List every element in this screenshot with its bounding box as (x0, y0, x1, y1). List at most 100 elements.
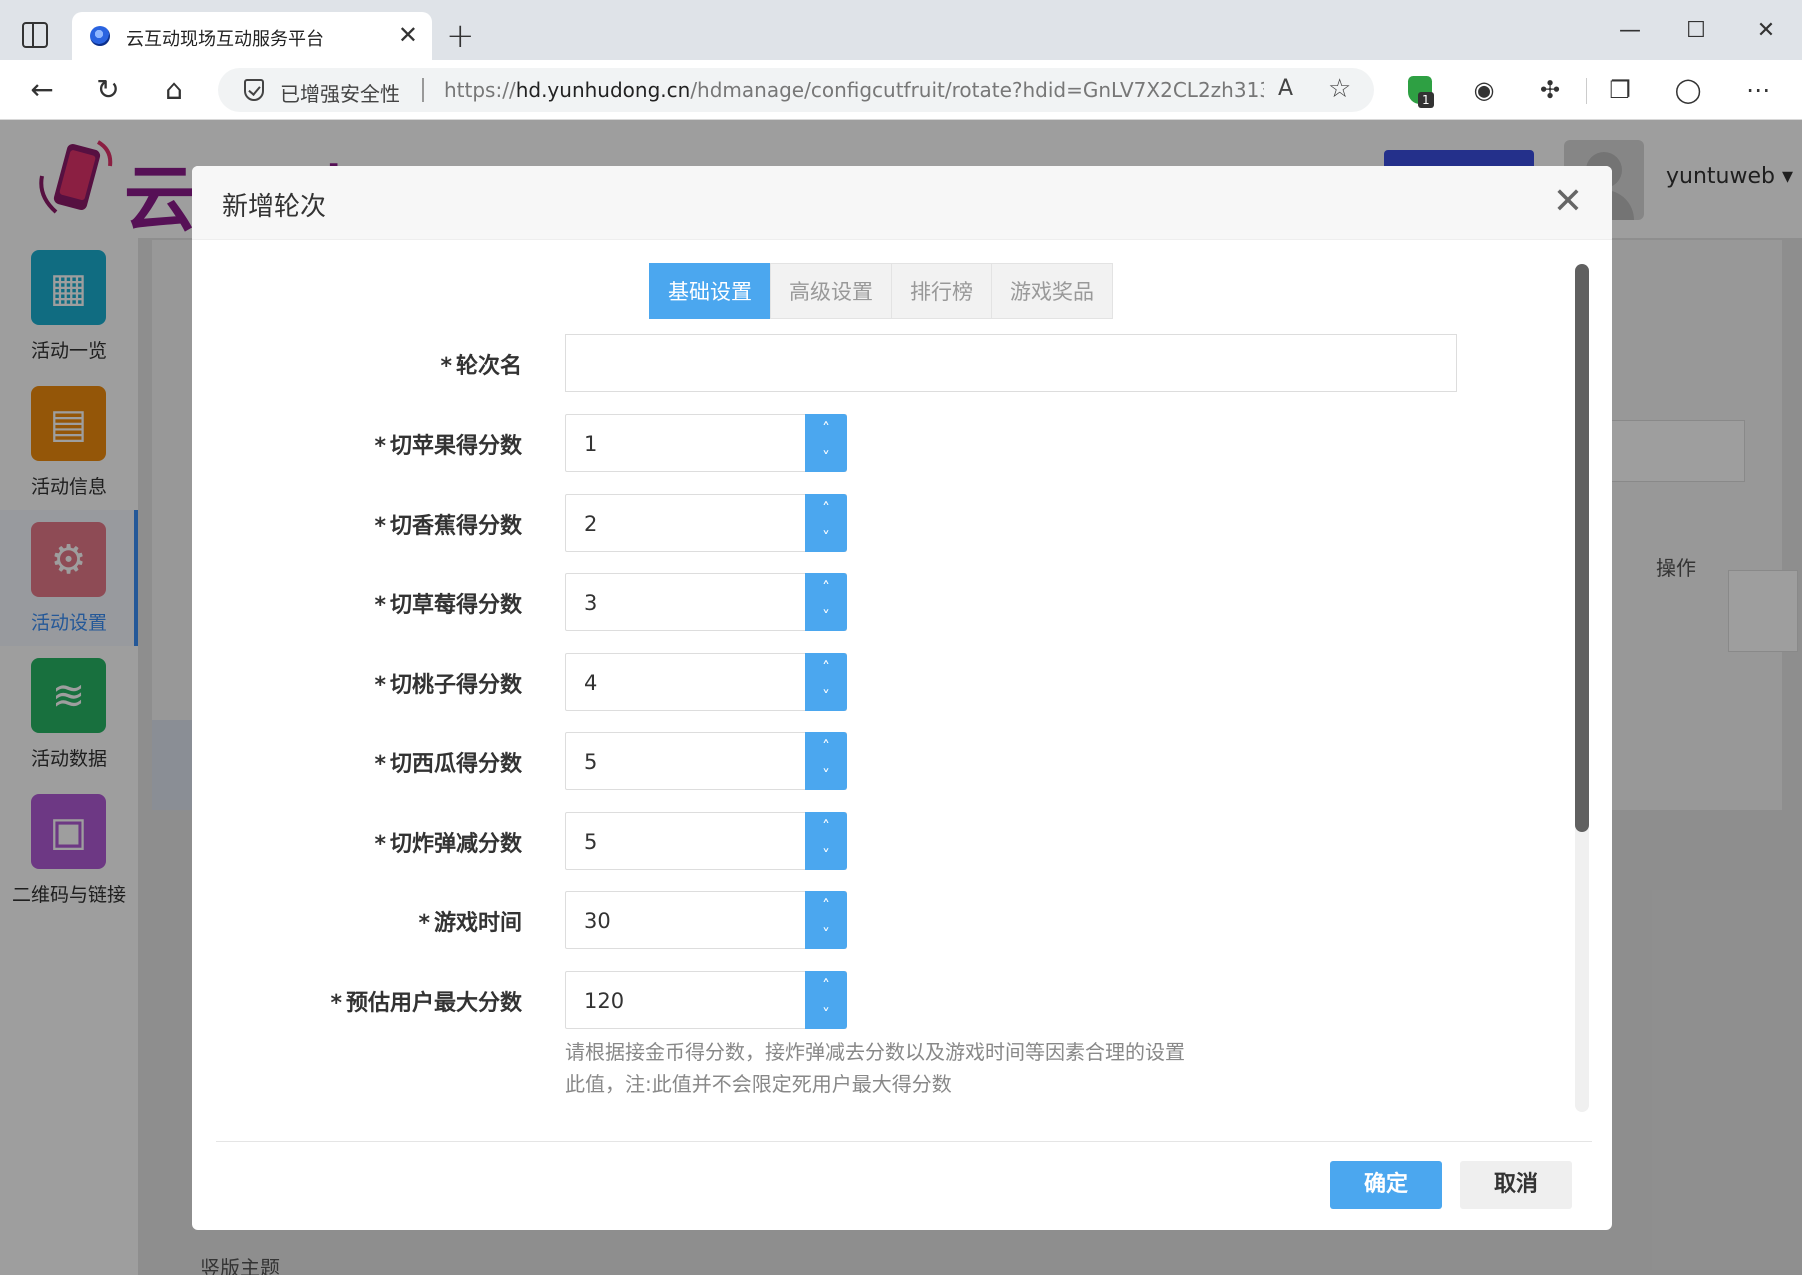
banana-score-stepper[interactable]: 2 ˄ ˅ (565, 494, 847, 552)
collections-icon[interactable]: ❐ (1604, 74, 1636, 106)
extensions-puzzle-icon[interactable]: ✣ (1534, 74, 1566, 106)
chevron-up-icon[interactable]: ˄ (805, 573, 847, 602)
confirm-button[interactable]: 确定 (1330, 1161, 1442, 1209)
apple-score-row: * 切苹果得分数 1 ˄ ˅ (192, 414, 1492, 472)
toolbar-divider (1586, 78, 1587, 104)
max-score-label: * 预估用户最大分数 (330, 991, 522, 1016)
chevron-down-icon[interactable]: ˅ (805, 523, 847, 552)
chevron-down-icon[interactable]: ˅ (805, 1000, 847, 1029)
more-menu-icon[interactable]: ⋯ (1742, 74, 1774, 106)
game-time-label: * 游戏时间 (418, 911, 522, 936)
watermelon-score-value[interactable]: 5 (584, 750, 597, 774)
game-time-row: * 游戏时间 30 ˄ ˅ (192, 891, 1492, 949)
browser-tab-active[interactable]: 云互动现场互动服务平台 ✕ (72, 12, 432, 60)
watermelon-score-stepper[interactable]: 5 ˄ ˅ (565, 732, 847, 790)
profile-icon[interactable]: ◯ (1672, 74, 1704, 106)
chevron-down-icon[interactable]: ˅ (805, 920, 847, 949)
apple-score-stepper[interactable]: 1 ˄ ˅ (565, 414, 847, 472)
watermelon-score-row: * 切西瓜得分数 5 ˄ ˅ (192, 732, 1492, 790)
chevron-up-icon[interactable]: ˄ (805, 494, 847, 523)
strawberry-score-value[interactable]: 3 (584, 591, 597, 615)
banana-score-row: * 切香蕉得分数 2 ˄ ˅ (192, 494, 1492, 552)
new-tab-icon[interactable]: + (446, 16, 475, 56)
stepper-buttons: ˄ ˅ (805, 494, 847, 552)
game-time-stepper[interactable]: 30 ˄ ˅ (565, 891, 847, 949)
settings-tabs: 基础设置 高级设置 排行榜 游戏奖品 (649, 263, 1113, 319)
max-score-row: * 预估用户最大分数 120 ˄ ˅ (192, 971, 1492, 1029)
site-favicon-icon (90, 26, 110, 46)
peach-score-row: * 切桃子得分数 4 ˄ ˅ (192, 653, 1492, 711)
peach-score-label: * 切桃子得分数 (374, 673, 522, 698)
tab-close-icon[interactable]: ✕ (398, 21, 418, 49)
chevron-down-icon[interactable]: ˅ (805, 602, 847, 631)
stepper-buttons: ˄ ˅ (805, 732, 847, 790)
stepper-buttons: ˄ ˅ (805, 653, 847, 711)
add-favorite-icon[interactable]: ☆ (1328, 74, 1351, 104)
scrollbar-thumb[interactable] (1575, 264, 1589, 832)
peach-score-stepper[interactable]: 4 ˄ ˅ (565, 653, 847, 711)
maximize-icon[interactable]: ☐ (1676, 14, 1716, 48)
footer-divider (216, 1141, 1592, 1142)
home-icon[interactable]: ⌂ (156, 72, 192, 108)
chevron-down-icon[interactable]: ˅ (805, 841, 847, 870)
extension-badge: 1 (1418, 92, 1434, 108)
refresh-icon[interactable]: ↻ (90, 72, 126, 108)
max-score-help-text: 请根据接金币得分数，接炸弹减去分数以及游戏时间等因素合理的设置 此值，注:此值并… (565, 1036, 1265, 1100)
bomb-penalty-label: * 切炸弹减分数 (374, 832, 522, 857)
strawberry-score-label: * 切草莓得分数 (374, 593, 522, 618)
bomb-penalty-row: * 切炸弹减分数 5 ˄ ˅ (192, 812, 1492, 870)
max-score-value[interactable]: 120 (584, 989, 624, 1013)
dialog-header: 新增轮次 ✕ (192, 166, 1612, 240)
round-name-label: * 轮次名 (440, 354, 522, 379)
chevron-up-icon[interactable]: ˄ (805, 414, 847, 443)
close-icon[interactable]: ✕ (1546, 180, 1590, 224)
tab-leaderboard[interactable]: 排行榜 (891, 263, 992, 319)
max-score-stepper[interactable]: 120 ˄ ˅ (565, 971, 847, 1029)
chevron-up-icon[interactable]: ˄ (805, 732, 847, 761)
strawberry-score-stepper[interactable]: 3 ˄ ˅ (565, 573, 847, 631)
tab-advanced-settings[interactable]: 高级设置 (770, 263, 892, 319)
help-line-1: 请根据接金币得分数，接炸弹减去分数以及游戏时间等因素合理的设置 (565, 1040, 1185, 1064)
chevron-up-icon[interactable]: ˄ (805, 812, 847, 841)
help-line-2: 此值，注:此值并不会限定死用户最大得分数 (565, 1072, 952, 1096)
banana-score-value[interactable]: 2 (584, 512, 597, 536)
stepper-buttons: ˄ ˅ (805, 573, 847, 631)
bomb-penalty-value[interactable]: 5 (584, 830, 597, 854)
strawberry-score-row: * 切草莓得分数 3 ˄ ˅ (192, 573, 1492, 631)
window-close-icon[interactable]: ✕ (1746, 14, 1786, 48)
chevron-down-icon[interactable]: ˅ (805, 682, 847, 711)
security-label[interactable]: 已增强安全性 (280, 78, 400, 107)
chevron-down-icon[interactable]: ˅ (805, 443, 847, 472)
tab-actions-icon[interactable] (22, 22, 48, 48)
apple-score-label: * 切苹果得分数 (374, 434, 522, 459)
bomb-penalty-stepper[interactable]: 5 ˄ ˅ (565, 812, 847, 870)
banana-score-label: * 切香蕉得分数 (374, 514, 522, 539)
extension-icon[interactable]: ◉ (1468, 74, 1500, 106)
stepper-buttons: ˄ ˅ (805, 414, 847, 472)
minimize-icon[interactable]: — (1610, 14, 1650, 48)
security-shield-icon[interactable] (244, 79, 264, 101)
tab-title: 云互动现场互动服务平台 (126, 29, 324, 50)
read-aloud-icon[interactable]: A (1278, 76, 1293, 101)
dialog-scrollbar[interactable] (1575, 264, 1589, 1112)
dialog-title: 新增轮次 (222, 192, 327, 222)
round-name-input[interactable] (565, 334, 1457, 392)
chevron-down-icon[interactable]: ˅ (805, 761, 847, 790)
back-arrow-icon[interactable]: ← (24, 72, 60, 108)
stepper-buttons: ˄ ˅ (805, 891, 847, 949)
tab-basic-settings[interactable]: 基础设置 (649, 263, 771, 319)
browser-tab-strip: 云互动现场互动服务平台 ✕ + — ☐ ✕ (0, 0, 1802, 60)
apple-score-value[interactable]: 1 (584, 432, 597, 456)
address-bar[interactable]: 已增强安全性 https://hd.yunhudong.cn/hdmanage/… (218, 68, 1374, 112)
stepper-buttons: ˄ ˅ (805, 971, 847, 1029)
tab-game-prizes[interactable]: 游戏奖品 (991, 263, 1113, 319)
url-text[interactable]: https://hd.yunhudong.cn/hdmanage/configc… (444, 78, 1264, 102)
peach-score-value[interactable]: 4 (584, 671, 597, 695)
cancel-button[interactable]: 取消 (1460, 1161, 1572, 1209)
chevron-up-icon[interactable]: ˄ (805, 891, 847, 920)
chevron-up-icon[interactable]: ˄ (805, 653, 847, 682)
address-separator (422, 78, 424, 102)
chevron-up-icon[interactable]: ˄ (805, 971, 847, 1000)
watermelon-score-label: * 切西瓜得分数 (374, 752, 522, 777)
game-time-value[interactable]: 30 (584, 909, 611, 933)
